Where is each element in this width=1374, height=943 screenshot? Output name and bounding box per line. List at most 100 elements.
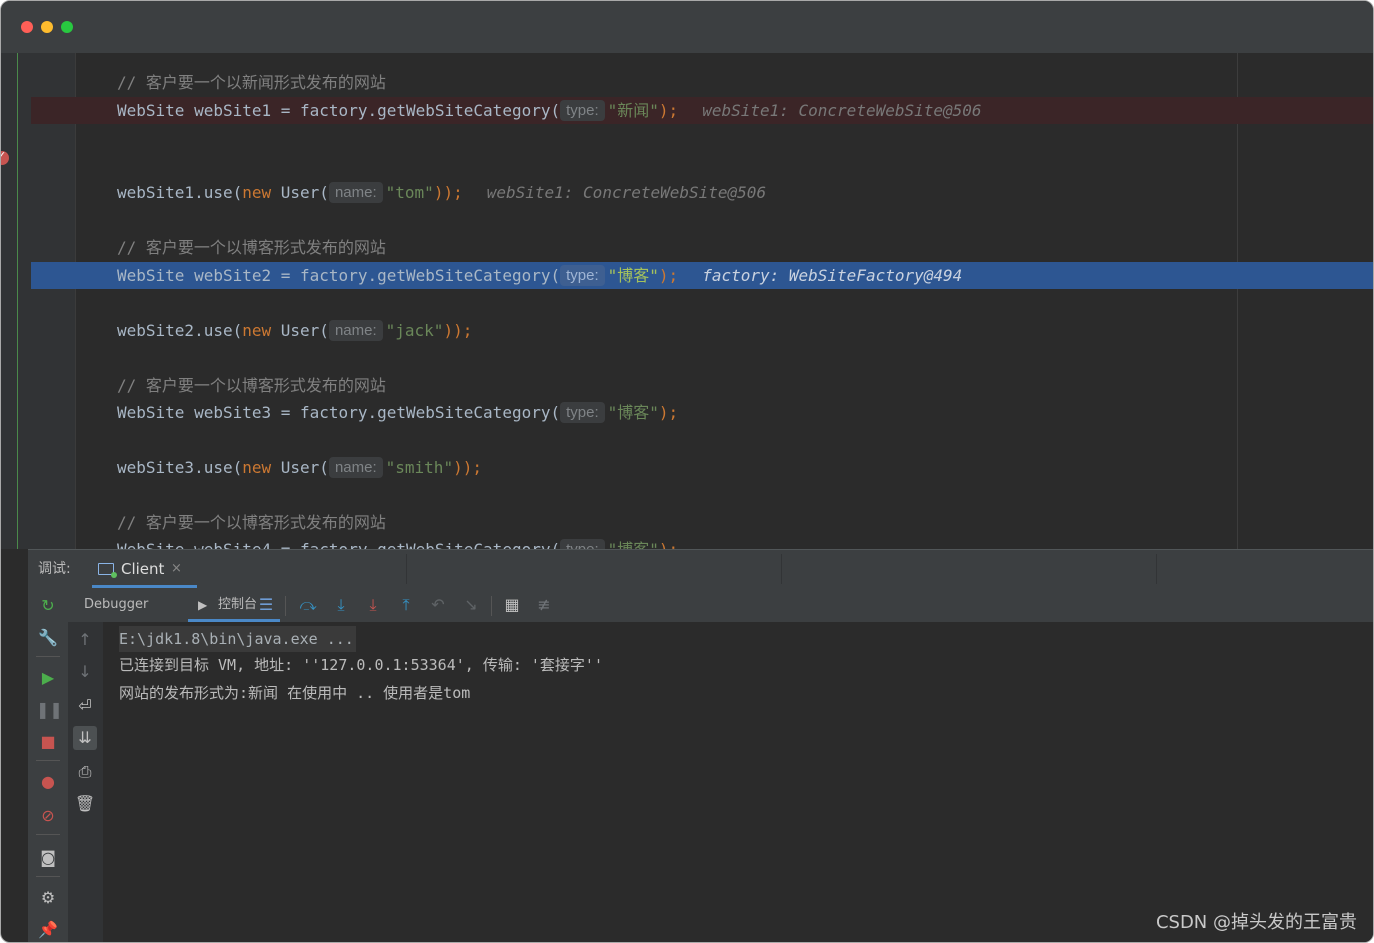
code-line[interactable]: webSite1.use(new User(name: "tom")); webSi…	[31, 179, 1373, 206]
console-output-line: 网站的发布形式为:新闻 在使用中 .. 使用者是tom	[119, 684, 471, 702]
close-window-button[interactable]	[21, 21, 33, 33]
ide-window: ✓ // 客户要一个以新闻形式发布的网站 WebSite webSite1 = …	[0, 0, 1374, 943]
editor-gutter[interactable]	[1, 53, 17, 549]
debug-tool-window: 调试: Client × ↻ 🔧 ▶ ❚❚ ■ ● ⊘ ◙ ⚙ 📌 Debugg…	[28, 549, 1373, 942]
code-line[interactable]: webSite3.use(new User(name: "smith"));	[31, 454, 1373, 481]
code-text: WebSite webSite1 = factory.getWebSiteCat…	[117, 101, 561, 120]
minimize-window-button[interactable]	[41, 21, 53, 33]
string-literal: "博客"	[607, 266, 659, 285]
title-bar	[1, 1, 1373, 53]
up-arrow-icon[interactable]: ↑	[73, 628, 97, 652]
parameter-hint: type:	[560, 402, 605, 423]
soft-wrap-icon[interactable]: ⏎	[73, 694, 97, 718]
toolbar-separator	[285, 596, 286, 616]
inline-debug-value[interactable]: webSite1: ConcreteWebSite@506	[702, 101, 981, 120]
console-icon: ▶	[198, 598, 208, 612]
code-line-comment[interactable]: // 客户要一个以博客形式发布的网站	[31, 372, 1373, 399]
code-text: WebSite webSite4 = factory.getWebSiteCat…	[117, 540, 560, 549]
code-line-breakpoint[interactable]: WebSite webSite1 = factory.getWebSiteCat…	[31, 97, 1373, 124]
step-out-icon[interactable]: ⤒	[394, 593, 418, 617]
close-tab-icon[interactable]: ×	[171, 550, 182, 588]
string-literal: "新闻"	[607, 101, 659, 120]
tab-debugger[interactable]: Debugger	[84, 588, 148, 622]
down-arrow-icon[interactable]: ↓	[73, 660, 97, 684]
code-text: webSite1.use(	[117, 183, 243, 202]
tab-divider	[1156, 554, 1157, 584]
debug-left-toolbar: ↻ 🔧 ▶ ❚❚ ■ ● ⊘ ◙ ⚙ 📌	[28, 588, 69, 942]
string-literal: "博客"	[607, 403, 659, 422]
resume-icon[interactable]: ▶	[36, 666, 60, 690]
run-to-cursor-icon[interactable]: ↘	[459, 593, 483, 617]
tab-divider	[781, 554, 782, 584]
console-output[interactable]: E:\jdk1.8\bin\java.exe ... 已连接到目标 VM, 地址…	[103, 622, 1373, 942]
console-output-line: 已连接到目标 VM, 地址: ''127.0.0.1:53364', 传输: '…	[119, 656, 603, 674]
keyword-new: new	[242, 183, 272, 202]
code-line-execution-point[interactable]: WebSite webSite2 = factory.getWebSiteCat…	[31, 262, 1373, 289]
code-text: WebSite webSite3 = factory.getWebSiteCat…	[117, 403, 561, 422]
code-punctuation: ));	[453, 458, 482, 477]
drop-frame-icon[interactable]: ↶	[426, 593, 450, 617]
breakpoint-check-icon: ✓	[1, 149, 6, 162]
step-over-icon[interactable]: ⤼	[296, 593, 320, 617]
print-icon[interactable]: ⎙	[73, 760, 97, 784]
console-command-line[interactable]: E:\jdk1.8\bin\java.exe ...	[119, 626, 356, 652]
parameter-hint: name:	[328, 182, 383, 203]
comment-text: // 客户要一个以新闻形式发布的网站	[117, 73, 386, 92]
code-punctuation: );	[659, 540, 678, 549]
code-line[interactable]: WebSite webSite3 = factory.getWebSiteCat…	[31, 399, 1373, 426]
run-configuration-icon	[98, 563, 117, 578]
console-side-toolbar: ↑ ↓ ⏎ ⇊ ⎙ 🗑	[68, 622, 103, 942]
code-text: User(	[271, 321, 329, 340]
debug-tool-label: 调试:	[38, 561, 71, 577]
wrench-icon[interactable]: 🔧	[36, 626, 60, 650]
scroll-to-end-icon[interactable]: ⇊	[73, 726, 97, 750]
session-tab-label: Client	[121, 560, 165, 578]
parameter-hint: type:	[560, 265, 605, 286]
code-line-partially-hidden[interactable]: WebSite webSite4 = factory.getWebSiteCat…	[31, 536, 1373, 549]
inline-debug-value[interactable]: factory: WebSiteFactory@494	[702, 266, 962, 285]
debug-session-tabs: 调试: Client ×	[28, 550, 1373, 589]
code-editor[interactable]: ✓ // 客户要一个以新闻形式发布的网站 WebSite webSite1 = …	[1, 53, 1373, 549]
debug-toolbar: Debugger ▶ 控制台 ☰ ⤼ ⤓ ⤓ ⤒ ↶ ↘ ▦ ≢	[68, 588, 1373, 623]
camera-icon[interactable]: ◙	[36, 846, 60, 870]
code-text: User(	[271, 183, 329, 202]
tab-divider	[406, 554, 407, 584]
parameter-hint: name:	[328, 320, 383, 341]
trace-icon[interactable]: ≢	[532, 593, 556, 617]
comment-text: // 客户要一个以博客形式发布的网站	[117, 238, 386, 257]
rerun-icon[interactable]: ↻	[36, 594, 60, 618]
maximize-window-button[interactable]	[61, 21, 73, 33]
threads-menu-icon[interactable]: ☰	[254, 593, 278, 617]
code-text: webSite2.use(	[117, 321, 243, 340]
keyword-new: new	[242, 458, 272, 477]
inline-debug-value[interactable]: webSite1: ConcreteWebSite@506	[487, 183, 766, 202]
toolbar-separator	[36, 760, 60, 761]
view-breakpoints-icon[interactable]: ●	[36, 770, 60, 794]
session-tab-client[interactable]: Client ×	[92, 550, 197, 588]
watermark: CSDN @掉头发的王富贵	[1155, 912, 1357, 933]
step-into-icon[interactable]: ⤓	[329, 593, 353, 617]
force-step-into-icon[interactable]: ⤓	[361, 593, 385, 617]
string-literal: "smith"	[385, 458, 454, 477]
settings-icon[interactable]: ⚙	[36, 886, 60, 910]
pin-icon[interactable]: 📌	[36, 918, 60, 942]
code-line-comment[interactable]: // 客户要一个以博客形式发布的网站	[31, 509, 1373, 536]
code-line-comment[interactable]: // 客户要一个以博客形式发布的网站	[31, 234, 1373, 261]
toolbar-separator	[36, 876, 60, 877]
mute-breakpoints-icon[interactable]: ⊘	[36, 804, 60, 828]
toolbar-separator	[36, 656, 60, 657]
parameter-hint: type:	[560, 100, 605, 121]
comment-text: // 客户要一个以博客形式发布的网站	[117, 376, 386, 395]
code-text: webSite3.use(	[117, 458, 243, 477]
string-literal: "jack"	[385, 321, 444, 340]
code-line[interactable]: webSite2.use(new User(name: "jack"));	[31, 317, 1373, 344]
code-line-comment[interactable]: // 客户要一个以新闻形式发布的网站	[31, 69, 1373, 96]
pause-icon[interactable]: ❚❚	[36, 698, 63, 722]
code-punctuation: );	[658, 403, 679, 422]
evaluate-expression-icon[interactable]: ▦	[500, 593, 524, 617]
toolbar-separator	[491, 596, 492, 616]
toolbar-separator	[36, 834, 60, 835]
trash-icon[interactable]: 🗑	[73, 792, 97, 816]
code-punctuation: ));	[433, 183, 463, 202]
stop-icon[interactable]: ■	[36, 730, 60, 754]
